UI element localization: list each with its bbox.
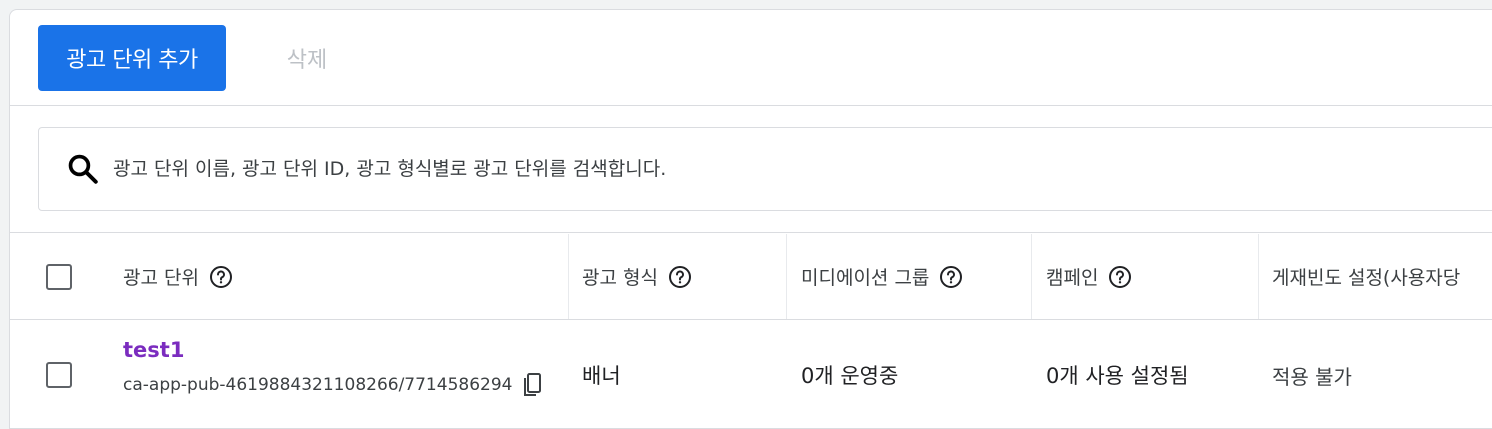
- column-divider: [568, 234, 569, 319]
- header-ad-unit: 광고 단위: [123, 234, 233, 319]
- toolbar: 광고 단위 추가 삭제: [10, 10, 1492, 106]
- row-checkbox[interactable]: [46, 362, 72, 388]
- header-ad-format-label: 광고 형식: [582, 267, 658, 289]
- header-mediation-group: 미디에이션 그룹: [801, 234, 963, 319]
- delete-button[interactable]: 삭제: [262, 25, 352, 91]
- header-frequency-cap: 게재빈도 설정(사용자당: [1272, 234, 1460, 319]
- search-input[interactable]: [113, 158, 1413, 180]
- mediation-value: 0개 운영중: [801, 364, 899, 388]
- select-all-cell: [46, 234, 72, 319]
- frequency-cap-value: 적용 불가: [1272, 364, 1352, 389]
- header-campaign-label: 캠페인: [1046, 267, 1099, 289]
- table-header-row: 광고 단위 광고 형식 미디에이션 그룹 캠페인 게재빈도 설정(사용자당: [10, 234, 1492, 320]
- header-ad-unit-label: 광고 단위: [123, 267, 199, 289]
- help-circle-icon[interactable]: [209, 265, 233, 289]
- header-frequency-cap-label: 게재빈도 설정(사용자당: [1272, 267, 1461, 289]
- campaign-cell: 0개 사용 설정됨: [1046, 320, 1189, 428]
- campaign-value: 0개 사용 설정됨: [1046, 364, 1189, 388]
- copy-icon[interactable]: [522, 372, 542, 398]
- ad-format-value: 배너: [582, 364, 621, 388]
- frequency-cap-cell: 적용 불가: [1272, 320, 1352, 428]
- help-circle-icon[interactable]: [939, 265, 963, 289]
- table-row[interactable]: test1 ca-app-pub-4619884321108266/771458…: [10, 320, 1492, 428]
- column-divider: [1031, 234, 1032, 319]
- ad-unit-cell: test1 ca-app-pub-4619884321108266/771458…: [123, 320, 542, 428]
- ad-unit-name-link[interactable]: test1: [123, 338, 184, 362]
- ad-unit-id-text: ca-app-pub-4619884321108266/7714586294: [123, 375, 513, 395]
- ad-units-table: 광고 단위 광고 형식 미디에이션 그룹 캠페인 게재빈도 설정(사용자당 te…: [10, 234, 1492, 428]
- select-all-checkbox[interactable]: [46, 263, 72, 290]
- add-ad-unit-button[interactable]: 광고 단위 추가: [38, 25, 226, 91]
- help-circle-icon[interactable]: [1108, 265, 1132, 289]
- mediation-cell: 0개 운영중: [801, 320, 899, 428]
- header-campaign: 캠페인: [1046, 234, 1132, 319]
- ad-unit-id: ca-app-pub-4619884321108266/7714586294: [123, 372, 542, 398]
- search-box[interactable]: [38, 127, 1492, 211]
- help-circle-icon[interactable]: [668, 265, 692, 289]
- row-select-cell: [46, 320, 72, 428]
- search-area: [10, 106, 1492, 233]
- ad-format-cell: 배너: [582, 320, 621, 428]
- header-mediation-group-label: 미디에이션 그룹: [801, 267, 930, 289]
- ad-units-card: 광고 단위 추가 삭제 광고 단위 광고 형식: [9, 9, 1492, 429]
- header-ad-format: 광고 형식: [582, 234, 692, 319]
- column-divider: [786, 234, 787, 319]
- search-icon: [63, 149, 103, 189]
- column-divider: [1258, 234, 1259, 319]
